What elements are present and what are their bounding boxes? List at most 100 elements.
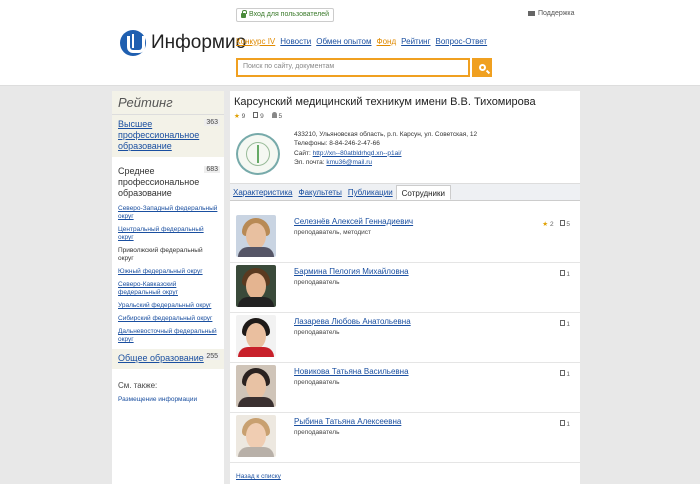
avatar[interactable] bbox=[236, 215, 276, 257]
sidebar-secondary-count: 683 bbox=[204, 166, 220, 173]
org-phone: Телефоны: 8-84-246-2-47-66 bbox=[294, 140, 380, 148]
staff-name[interactable]: Селезнёв Алексей Геннадиевич bbox=[294, 217, 413, 226]
staff-stats: 1 bbox=[559, 320, 570, 328]
sidebar-secondary-label: Среднее профессиональное образование bbox=[118, 166, 200, 198]
staff-role: преподаватель, методист bbox=[294, 229, 371, 236]
org-site-link[interactable]: http://xn--80atbldrhqd.xn--p1ai/ bbox=[313, 150, 402, 157]
district-item[interactable]: Дальневосточный федеральный округ bbox=[118, 328, 218, 344]
sidebar-item-secondary: Среднее профессиональное образование 683 bbox=[112, 157, 224, 205]
login-label: Вход для пользователей bbox=[249, 11, 330, 18]
staff-name[interactable]: Бармина Пелогия Михайловна bbox=[294, 267, 409, 276]
login-button[interactable]: Вход для пользователей bbox=[236, 8, 335, 22]
district-item: Приволжский федеральный округ bbox=[118, 247, 203, 262]
staff-row: Лазарева Любовь Анатольевна преподавател… bbox=[230, 313, 580, 363]
staff-docs: 5 bbox=[566, 221, 570, 228]
sidebar-higher-label[interactable]: Высшее профессиональное образование bbox=[118, 119, 202, 152]
avatar[interactable] bbox=[236, 315, 276, 357]
nav-rating[interactable]: Рейтинг bbox=[401, 37, 430, 46]
nav-news[interactable]: Новости bbox=[280, 37, 311, 46]
sidebar: Рейтинг Высшее профессиональное образова… bbox=[112, 91, 224, 484]
sidebar-item-higher[interactable]: Высшее профессиональное образование 363 bbox=[112, 115, 224, 157]
site-header: Информио Вход для пользователей Поддержк… bbox=[0, 0, 700, 86]
search-icon bbox=[478, 64, 486, 71]
staff-stats: 1 bbox=[559, 370, 570, 378]
sidebar-item-general[interactable]: Общее образование 255 bbox=[112, 349, 224, 369]
see-also-link[interactable]: Размещение информации bbox=[112, 396, 224, 403]
org-stats: ★ 9 9 5 bbox=[234, 112, 282, 120]
search-input[interactable]: Поиск по сайту, документам bbox=[236, 58, 470, 77]
org-contacts: 433210, Ульяновская область, р.п. Карсун… bbox=[294, 130, 477, 167]
staff-stars: 2 bbox=[549, 221, 554, 228]
staff-row: Рыбина Татьяна Алексеевна преподаватель … bbox=[230, 413, 580, 463]
tab-staff[interactable]: Сотрудники bbox=[395, 185, 451, 200]
tab-bar: Характеристика Факультеты Публикации Сот… bbox=[230, 183, 580, 201]
avatar[interactable] bbox=[236, 415, 276, 457]
staff-row: Бармина Пелогия Михайловна преподаватель… bbox=[230, 263, 580, 313]
avatar[interactable] bbox=[236, 265, 276, 307]
org-people: 5 bbox=[278, 113, 283, 120]
tab-publications[interactable]: Публикации bbox=[345, 184, 396, 200]
district-list: Северо-Западный федеральный округ Центра… bbox=[112, 205, 224, 344]
staff-name[interactable]: Рыбина Татьяна Алексеевна bbox=[294, 417, 401, 426]
org-stars: 9 bbox=[241, 113, 246, 120]
staff-role: преподаватель bbox=[294, 279, 340, 286]
nav-qa[interactable]: Вопрос-Ответ bbox=[436, 37, 488, 46]
org-docs: 9 bbox=[260, 113, 264, 120]
main-nav: Конкурс IV Новости Обмен опытом Фонд Рей… bbox=[236, 37, 487, 46]
logo[interactable]: Информио bbox=[120, 28, 246, 58]
staff-name[interactable]: Новикова Татьяна Васильевна bbox=[294, 367, 409, 376]
star-icon: ★ bbox=[234, 113, 240, 120]
nav-exchange[interactable]: Обмен опытом bbox=[316, 37, 371, 46]
nav-fund[interactable]: Фонд bbox=[377, 37, 397, 46]
sidebar-title: Рейтинг bbox=[112, 91, 224, 115]
staff-docs: 1 bbox=[566, 371, 570, 378]
staff-docs: 1 bbox=[566, 321, 570, 328]
staff-row: Новикова Татьяна Васильевна преподавател… bbox=[230, 363, 580, 413]
document-icon bbox=[559, 370, 565, 376]
tab-characteristics[interactable]: Характеристика bbox=[230, 184, 295, 200]
staff-role: преподаватель bbox=[294, 429, 340, 436]
mail-icon bbox=[528, 11, 535, 16]
staff-stats: 1 bbox=[559, 420, 570, 428]
person-icon bbox=[271, 112, 277, 118]
avatar[interactable] bbox=[236, 365, 276, 407]
document-icon bbox=[559, 320, 565, 326]
district-item[interactable]: Северо-Западный федеральный округ bbox=[118, 205, 218, 221]
staff-name[interactable]: Лазарева Любовь Анатольевна bbox=[294, 317, 411, 326]
district-item[interactable]: Северо-Кавказский федеральный округ bbox=[118, 281, 218, 297]
see-also-heading: См. также: bbox=[118, 381, 158, 390]
staff-docs: 1 bbox=[566, 271, 570, 278]
support-link[interactable]: Поддержка bbox=[528, 10, 575, 17]
staff-role: преподаватель bbox=[294, 379, 340, 386]
star-icon: ★ bbox=[542, 221, 549, 228]
org-emblem bbox=[236, 133, 280, 175]
lock-icon bbox=[241, 9, 247, 18]
document-icon bbox=[559, 420, 565, 426]
org-address: 433210, Ульяновская область, р.п. Карсун… bbox=[294, 131, 478, 138]
sidebar-general-count: 255 bbox=[204, 353, 220, 360]
support-label: Поддержка bbox=[538, 10, 575, 17]
sidebar-higher-count: 363 bbox=[204, 119, 220, 126]
main-content: Карсунский медицинский техникум имени В.… bbox=[230, 91, 580, 484]
staff-stats: 1 bbox=[559, 270, 570, 278]
document-icon bbox=[559, 220, 565, 226]
org-email-link[interactable]: kmu36@mail.ru bbox=[326, 159, 372, 166]
search-button[interactable] bbox=[472, 58, 492, 77]
district-item[interactable]: Южный федеральный округ bbox=[118, 268, 218, 276]
org-site-label: Сайт: bbox=[294, 149, 311, 157]
district-item[interactable]: Сибирский федеральный округ bbox=[118, 315, 218, 323]
district-item[interactable]: Центральный федеральный округ bbox=[118, 226, 218, 242]
document-icon bbox=[559, 270, 565, 276]
sidebar-general-label[interactable]: Общее образование bbox=[118, 353, 208, 364]
staff-docs: 1 bbox=[566, 421, 570, 428]
nav-contest[interactable]: Конкурс IV bbox=[236, 37, 275, 46]
staff-row: Селезнёв Алексей Геннадиевич преподавате… bbox=[230, 213, 580, 263]
logo-text: Информио bbox=[151, 32, 247, 53]
district-item[interactable]: Уральский федеральный округ bbox=[118, 302, 218, 310]
staff-role: преподаватель bbox=[294, 329, 340, 336]
org-email-label: Эл. почта: bbox=[294, 158, 325, 166]
tab-faculties[interactable]: Факультеты bbox=[295, 184, 344, 200]
page-title: Карсунский медицинский техникум имени В.… bbox=[234, 96, 536, 108]
logo-icon bbox=[120, 30, 146, 56]
back-to-list-link[interactable]: Назад к списку bbox=[236, 473, 281, 480]
